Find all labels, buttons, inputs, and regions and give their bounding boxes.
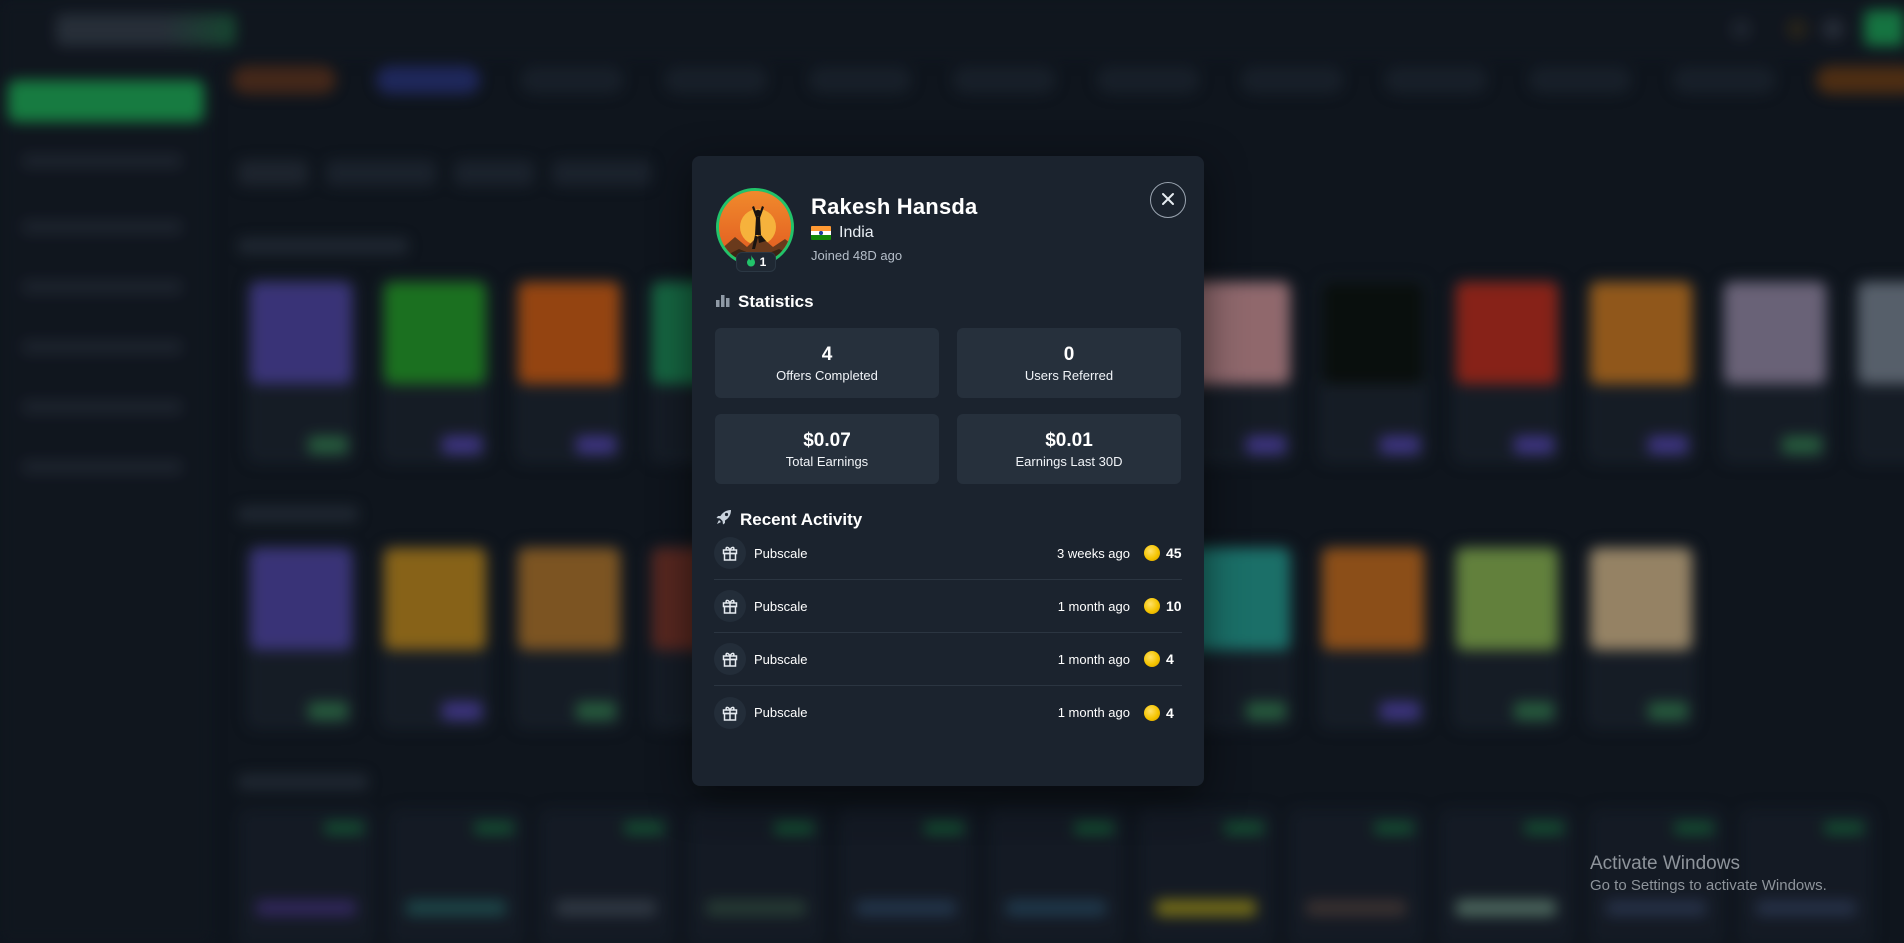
- stat-value: 4: [821, 343, 833, 365]
- close-button[interactable]: [1150, 182, 1186, 218]
- bar-chart-icon: [716, 292, 730, 312]
- activity-row: Pubscale 1 month ago 10: [714, 580, 1182, 633]
- profile-name: Rakesh Hansda: [811, 194, 978, 219]
- stat-earnings-last-30d: $0.01 Earnings Last 30D: [957, 414, 1181, 484]
- statistics-title: Statistics: [738, 292, 814, 311]
- country-name: India: [839, 224, 874, 241]
- stat-value: 0: [1063, 343, 1075, 365]
- stat-offers-completed: 4 Offers Completed: [715, 328, 939, 398]
- activity-source: Pubscale: [754, 598, 808, 614]
- app-window: 1 Rakesh Hansda India Joined 48D ago Sta…: [0, 0, 1904, 943]
- statistics-heading: Statistics: [716, 292, 814, 312]
- coin-icon: [1144, 651, 1160, 667]
- gift-icon: [714, 537, 746, 569]
- flame-icon: [746, 254, 756, 270]
- recent-activity-list: Pubscale 3 weeks ago 45 Pubscale 1 month…: [714, 527, 1182, 739]
- activity-source: Pubscale: [754, 705, 808, 720]
- activity-time: 1 month ago: [1057, 651, 1130, 667]
- coin-icon: [1144, 704, 1160, 721]
- activity-amount: 4: [1166, 651, 1174, 667]
- activity-row: Pubscale 1 month ago 4: [714, 633, 1182, 686]
- stat-total-earnings: $0.07 Total Earnings: [715, 414, 939, 484]
- stat-value: $0.07: [803, 429, 851, 451]
- stat-value: $0.01: [1045, 429, 1093, 451]
- stat-label: Earnings Last 30D: [1015, 453, 1123, 469]
- activity-amount: 45: [1166, 545, 1182, 561]
- gift-icon: [714, 643, 746, 675]
- activity-time: 1 month ago: [1057, 598, 1130, 614]
- coin-icon: [1144, 598, 1160, 614]
- stat-label: Users Referred: [1024, 367, 1114, 383]
- stat-users-referred: 0 Users Referred: [957, 328, 1181, 398]
- close-icon: [1161, 192, 1175, 209]
- activity-time: 1 month ago: [1057, 705, 1130, 720]
- level-badge: 1: [736, 252, 776, 272]
- level-value: 1: [759, 255, 767, 269]
- coin-icon: [1144, 545, 1160, 561]
- profile-country: India: [811, 224, 874, 242]
- activity-amount: 4: [1166, 704, 1174, 721]
- watermark-subtitle: Go to Settings to activate Windows.: [1590, 877, 1827, 894]
- user-profile-modal: 1 Rakesh Hansda India Joined 48D ago Sta…: [692, 156, 1204, 786]
- india-flag-icon: [811, 226, 831, 240]
- statistics-grid: 4 Offers Completed 0 Users Referred $0.0…: [715, 328, 1181, 484]
- stat-label: Total Earnings: [785, 453, 869, 469]
- activity-row: Pubscale 1 month ago 4: [714, 686, 1182, 739]
- activity-source: Pubscale: [754, 651, 808, 667]
- gift-icon: [714, 590, 746, 622]
- activity-time: 3 weeks ago: [1057, 545, 1130, 561]
- activity-row: Pubscale 3 weeks ago 45: [714, 527, 1182, 580]
- activity-source: Pubscale: [754, 545, 808, 561]
- gift-icon: [714, 696, 746, 729]
- watermark-title: Activate Windows: [1590, 853, 1740, 874]
- activity-amount: 10: [1166, 598, 1182, 614]
- joined-date: Joined 48D ago: [811, 248, 903, 263]
- stat-label: Offers Completed: [776, 367, 878, 383]
- windows-activation-watermark: Activate Windows Go to Settings to activ…: [1590, 852, 1827, 896]
